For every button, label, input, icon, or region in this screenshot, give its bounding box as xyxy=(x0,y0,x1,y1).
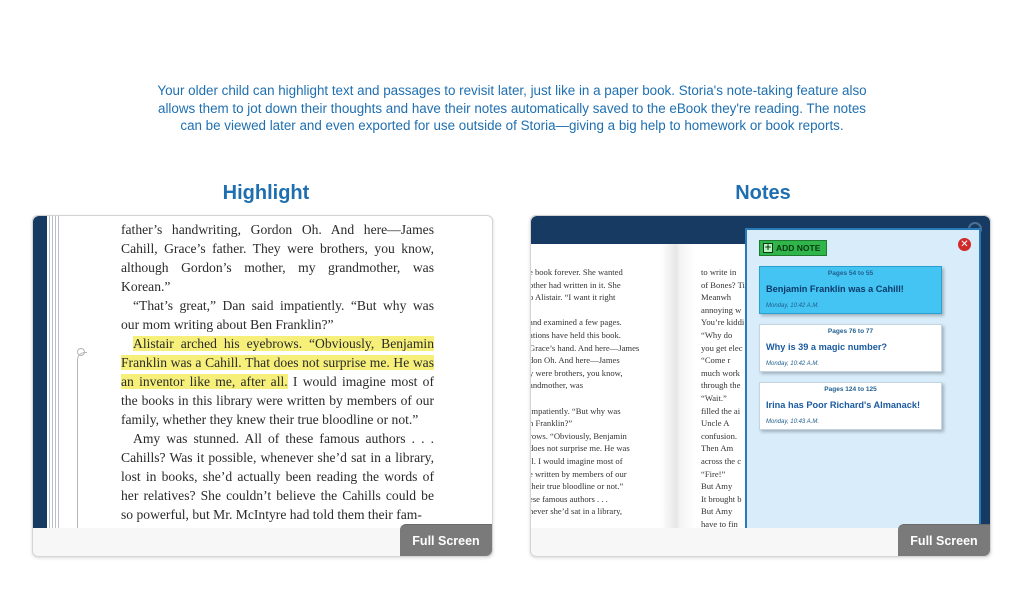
note-title: Why is 39 a magic number? xyxy=(766,342,888,352)
book-line: Then Am xyxy=(701,443,734,454)
book-line: Meanwh xyxy=(701,292,732,303)
highlight-panel: father’s handwriting, Gordon Oh. And her… xyxy=(32,215,493,557)
book-line: Uncle A xyxy=(701,418,730,429)
book-line: But Amy xyxy=(701,481,733,492)
book-line: impatiently. “But why was xyxy=(531,405,621,416)
paragraph: Amy was stunned. All of these famous aut… xyxy=(121,431,434,522)
note-card[interactable]: Pages 76 to 77 Why is 39 a magic number?… xyxy=(759,324,942,372)
note-pages: Pages 124 to 125 xyxy=(824,386,877,393)
paragraph: “That’s great,” Dan said impatiently. “B… xyxy=(121,298,434,332)
note-title: Irina has Poor Richard's Almanack! xyxy=(766,400,920,410)
book-line: filled the ai xyxy=(701,405,741,416)
book-line: you get elec xyxy=(701,342,743,353)
book-line: never she’d sat in a library, xyxy=(531,506,622,517)
highlight-title: Highlight xyxy=(222,182,310,204)
book-line: much work xyxy=(701,367,740,378)
book-line: “Fire!” xyxy=(701,468,726,479)
book-line: You’re kiddi xyxy=(701,317,745,328)
book-line: rows. “Obviously, Benjamin xyxy=(531,430,627,441)
paragraph: Alistair arched his eyebrows. “Obviously… xyxy=(121,334,434,429)
paragraph: father’s handwriting, Gordon Oh. And her… xyxy=(121,222,434,294)
book-line: ll. I would imagine most of xyxy=(531,455,623,466)
book-line: “Wait.” xyxy=(701,392,727,403)
note-pages: Pages 54 to 55 xyxy=(827,270,874,277)
notes-screen: e book forever. She wanted other had writ… xyxy=(531,216,990,528)
fullscreen-button[interactable]: Full Screen xyxy=(400,524,492,556)
right-page-text: to write in of Bones? Ti Meanwh annoying w Y… xyxy=(701,266,745,528)
book-line: But Amy xyxy=(701,506,733,517)
book-line: n Franklin?” xyxy=(531,418,573,429)
book-line xyxy=(531,304,659,317)
book-line: e book forever. She wanted xyxy=(531,267,623,277)
book-spread: e book forever. She wanted other had writ… xyxy=(531,244,745,528)
book-line: through the xyxy=(701,380,741,391)
book-line: their true bloodline or not.” xyxy=(531,481,624,492)
book-line: It brought b xyxy=(701,493,742,504)
book-line: ations have held this book. xyxy=(531,329,621,340)
book-line xyxy=(531,392,659,405)
book-line: don Oh. And here—James xyxy=(531,355,620,366)
note-time: Monday, 10:42 A.M. xyxy=(766,361,820,367)
book-line: to write in xyxy=(701,267,737,277)
note-time: Monday, 10:42 A.M. xyxy=(766,303,820,309)
book-spine xyxy=(33,216,47,528)
note-time: Monday, 10:43 A.M. xyxy=(766,419,820,425)
note-title: Benjamin Franklin was a Cahill! xyxy=(766,284,904,294)
book-line: andmother, was xyxy=(531,380,584,391)
book-line: ese famous authors . . . xyxy=(531,493,608,504)
book-line: e written by members of our xyxy=(531,468,627,479)
book-line: annoying w xyxy=(701,304,742,315)
book-line: confusion. xyxy=(701,430,738,441)
left-page-text: e book forever. She wanted other had writ… xyxy=(531,266,659,518)
notes-title: Notes xyxy=(735,182,791,204)
note-card[interactable]: Pages 124 to 125 Irina has Poor Richard'… xyxy=(759,382,942,430)
plus-icon: + xyxy=(763,243,773,253)
notes-panel: e book forever. She wanted other had writ… xyxy=(530,215,991,557)
intro-text: Your older child can highlight text and … xyxy=(157,83,867,133)
book-line: does not surprise me. He was xyxy=(531,443,630,454)
book-line: o Alistair. “I want it right xyxy=(531,292,616,303)
close-icon[interactable]: ✕ xyxy=(958,238,971,251)
book-line: have to fin xyxy=(701,518,738,528)
book-line: across the c xyxy=(701,455,742,466)
book-line: of Bones? Ti xyxy=(701,279,745,290)
page-edges xyxy=(47,216,59,528)
note-pages: Pages 76 to 77 xyxy=(827,328,874,335)
book-gutter xyxy=(661,244,695,528)
add-note-label: ADD NOTE xyxy=(776,243,821,253)
page-text[interactable]: father’s handwriting, Gordon Oh. And her… xyxy=(121,220,434,524)
book-line: y were brothers, you know, xyxy=(531,367,623,378)
book-line: “Why do xyxy=(701,329,733,340)
fullscreen-button[interactable]: Full Screen xyxy=(898,524,990,556)
book-line: and examined a few pages. xyxy=(531,317,622,328)
book-line: other had written in it. She xyxy=(531,279,621,290)
bookmark-ribbon xyxy=(77,352,87,528)
book-line: Grace’s hand. And here—James xyxy=(531,342,640,353)
add-note-button[interactable]: + ADD NOTE xyxy=(759,240,828,256)
note-card[interactable]: Pages 54 to 55 Benjamin Franklin was a C… xyxy=(759,266,942,314)
highlight-screen: father’s handwriting, Gordon Oh. And her… xyxy=(33,216,492,528)
notes-sidebar: + ADD NOTE ✕ Pages 54 to 55 Benjamin Fra… xyxy=(745,228,981,528)
book-line: “Come r xyxy=(701,355,731,366)
